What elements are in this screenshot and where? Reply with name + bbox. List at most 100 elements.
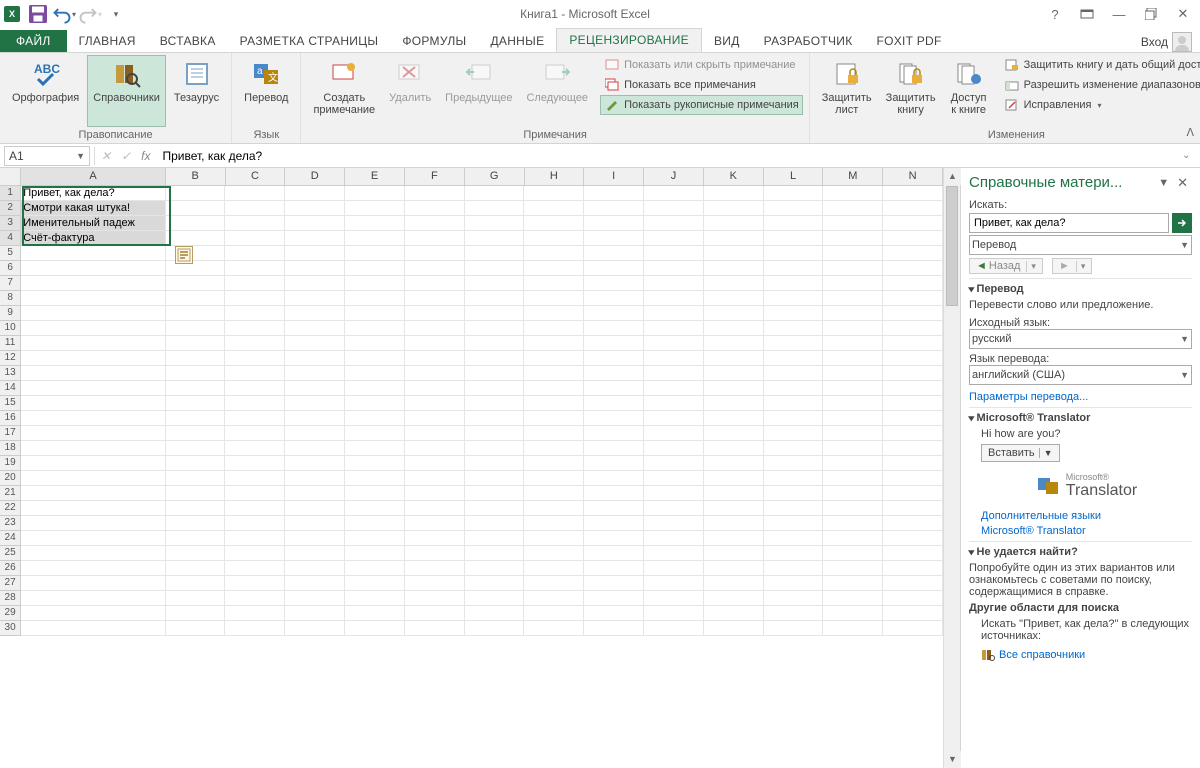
cell[interactable] [764, 246, 824, 261]
cell[interactable] [21, 441, 165, 456]
tab-developer[interactable]: РАЗРАБОТЧИК [752, 30, 865, 52]
cell[interactable] [166, 291, 226, 306]
cell[interactable] [405, 471, 465, 486]
cell[interactable] [524, 621, 584, 636]
cell[interactable] [405, 456, 465, 471]
cell[interactable] [823, 486, 883, 501]
cell[interactable] [285, 186, 345, 201]
cell[interactable] [524, 441, 584, 456]
cell[interactable] [584, 321, 644, 336]
cell[interactable] [285, 231, 345, 246]
cell[interactable]: Привет, как дела? [21, 186, 165, 201]
select-all-corner[interactable] [0, 168, 21, 186]
cell[interactable] [21, 396, 165, 411]
cell[interactable] [285, 486, 345, 501]
cell[interactable] [823, 441, 883, 456]
cell[interactable] [524, 546, 584, 561]
thesaurus-button[interactable]: Тезаурус [168, 55, 225, 127]
cell[interactable] [166, 336, 226, 351]
cell[interactable] [823, 516, 883, 531]
cell[interactable] [704, 531, 764, 546]
cell[interactable] [285, 321, 345, 336]
row-header[interactable]: 18 [0, 441, 21, 456]
cell[interactable] [644, 486, 704, 501]
cell[interactable] [883, 246, 943, 261]
cell[interactable] [584, 186, 644, 201]
scope-select[interactable]: Перевод ▼ [969, 235, 1192, 255]
cell[interactable] [883, 591, 943, 606]
cell[interactable] [225, 261, 285, 276]
cell[interactable] [704, 306, 764, 321]
cell[interactable] [345, 426, 405, 441]
cell[interactable] [166, 306, 226, 321]
next-comment-button[interactable]: Следующее [520, 55, 594, 127]
row-header[interactable]: 2 [0, 201, 21, 216]
cell[interactable] [465, 291, 525, 306]
cell[interactable] [225, 531, 285, 546]
cell[interactable] [704, 201, 764, 216]
cell[interactable] [823, 321, 883, 336]
cell[interactable] [465, 306, 525, 321]
row-header[interactable]: 1 [0, 186, 21, 201]
cell[interactable] [584, 396, 644, 411]
cell[interactable] [465, 396, 525, 411]
cell[interactable] [704, 186, 764, 201]
cell[interactable] [704, 396, 764, 411]
col-header-F[interactable]: F [405, 168, 465, 186]
tab-data[interactable]: ДАННЫЕ [478, 30, 556, 52]
cell[interactable] [285, 351, 345, 366]
cell[interactable] [644, 426, 704, 441]
protect-share-button[interactable]: Защитить книгу и дать общий доступ [1000, 55, 1200, 75]
cell[interactable] [465, 351, 525, 366]
cell[interactable] [465, 366, 525, 381]
cell[interactable] [584, 366, 644, 381]
cell[interactable] [345, 441, 405, 456]
cell[interactable] [704, 486, 764, 501]
cell[interactable] [823, 426, 883, 441]
cell[interactable] [764, 216, 824, 231]
cell[interactable] [166, 546, 226, 561]
cell[interactable] [764, 306, 824, 321]
cell[interactable] [166, 321, 226, 336]
cell[interactable] [405, 501, 465, 516]
vertical-scrollbar[interactable]: ▲ ▼ [943, 168, 960, 768]
row-header[interactable]: 15 [0, 396, 21, 411]
cell[interactable] [225, 381, 285, 396]
cell[interactable] [764, 231, 824, 246]
cell[interactable] [883, 321, 943, 336]
col-header-C[interactable]: C [226, 168, 286, 186]
cell[interactable] [883, 621, 943, 636]
cell[interactable] [465, 501, 525, 516]
cell[interactable] [823, 351, 883, 366]
cell[interactable] [644, 621, 704, 636]
col-header-A[interactable]: A [21, 168, 166, 186]
cell[interactable] [225, 561, 285, 576]
cell[interactable] [345, 306, 405, 321]
cell[interactable] [883, 456, 943, 471]
cell[interactable] [225, 351, 285, 366]
cell[interactable] [704, 591, 764, 606]
cell[interactable] [166, 561, 226, 576]
cell[interactable] [524, 366, 584, 381]
cell[interactable] [883, 396, 943, 411]
cell[interactable] [883, 441, 943, 456]
cell[interactable] [225, 246, 285, 261]
cell[interactable] [584, 456, 644, 471]
cell[interactable] [883, 201, 943, 216]
cell[interactable] [764, 396, 824, 411]
cell[interactable] [225, 441, 285, 456]
row-header[interactable]: 8 [0, 291, 21, 306]
cell[interactable] [465, 216, 525, 231]
col-header-G[interactable]: G [465, 168, 525, 186]
cell[interactable] [405, 201, 465, 216]
name-box[interactable]: A1 ▼ [4, 146, 90, 166]
cell[interactable] [166, 276, 226, 291]
cell[interactable] [345, 201, 405, 216]
cell[interactable] [524, 591, 584, 606]
cell[interactable] [21, 546, 165, 561]
cell[interactable] [225, 546, 285, 561]
cell[interactable] [285, 366, 345, 381]
cell[interactable] [823, 261, 883, 276]
cell[interactable] [584, 561, 644, 576]
undo-button[interactable]: ▾ [52, 3, 76, 25]
